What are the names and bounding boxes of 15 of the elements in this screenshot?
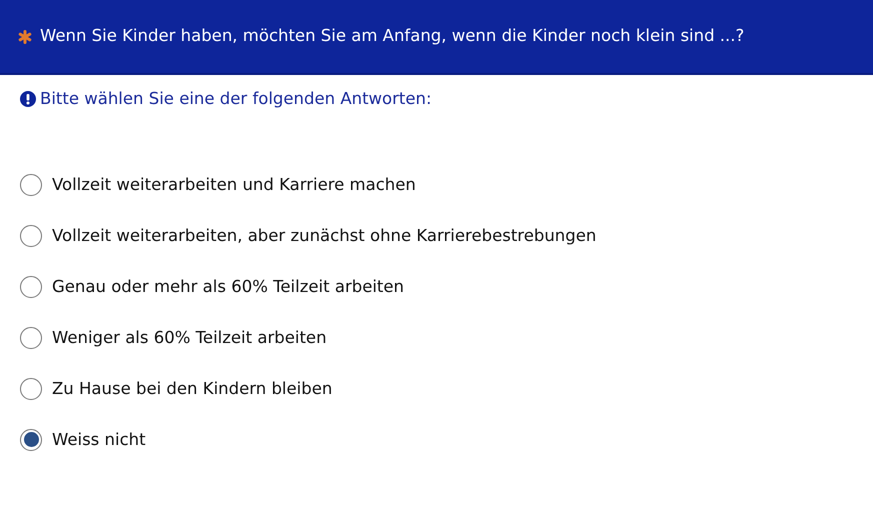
radio-button[interactable]	[20, 224, 42, 247]
option-label[interactable]: Weiss nicht	[52, 428, 146, 451]
option-label[interactable]: Vollzeit weiterarbeiten und Karriere machen	[52, 174, 416, 196]
radio-button[interactable]	[20, 428, 42, 451]
option-label[interactable]: Weniger als 60% Teilzeit arbeiten	[52, 326, 327, 349]
question-title: Wenn Sie Kinder haben, möchten Sie am Anfang, wenn die Kinder noch klein sind ...?	[40, 25, 744, 48]
option-label[interactable]: Genau oder mehr als 60% Teilzeit arbeiten	[52, 276, 404, 298]
radio-button[interactable]	[20, 276, 42, 298]
radio-button[interactable]	[20, 326, 42, 349]
exclamation-icon	[20, 91, 36, 108]
option-label[interactable]: Vollzeit weiterarbeiten, aber zunächst ohne Karrierebestrebungen	[52, 224, 596, 247]
radio-button[interactable]	[20, 378, 42, 400]
radio-button[interactable]	[20, 174, 42, 196]
option-label[interactable]: Zu Hause bei den Kindern bleiben	[52, 378, 332, 400]
instruction-text: Bitte wählen Sie eine der folgenden Antworten:	[40, 88, 432, 110]
